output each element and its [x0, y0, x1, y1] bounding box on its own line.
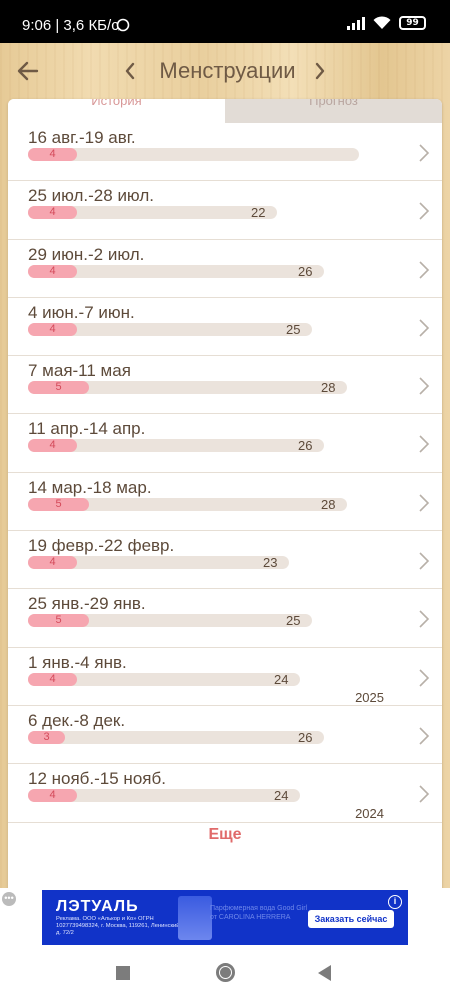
cycle-length-bar [28, 730, 324, 744]
system-back-icon[interactable] [318, 965, 331, 981]
signal-icon [347, 16, 365, 30]
status-time: 9:06 | 3,6 КБ/с [22, 17, 119, 34]
perfume-bottle-image [178, 896, 212, 940]
ad-product-text: Парфюмерная вода Good Girl от CAROLINA H… [210, 905, 308, 921]
ad-banner[interactable]: ЛЭТУАЛЬ Реклама. ООО «Алькор и Ко» ОГРН … [42, 890, 408, 945]
chevron-right-icon [419, 669, 430, 687]
period-dates: 16 авг.-19 авг. [28, 128, 136, 147]
chevron-right-icon [419, 261, 430, 279]
period-row[interactable]: 12 нояб.-15 нояб. 4 24 2024 [8, 764, 442, 823]
period-row[interactable]: 14 мар.-18 мар. 5 28 [8, 473, 442, 532]
period-list: 16 авг.-19 авг. 4 25 июл.-28 июл. 4 22 29 июн… [8, 123, 442, 823]
period-length-bar: 4 [28, 439, 77, 453]
period-dates: 19 февр.-22 февр. [28, 536, 175, 556]
wifi-icon [373, 16, 391, 29]
tab-forecast[interactable]: Прогноз [225, 99, 442, 123]
chevron-right-icon[interactable] [308, 55, 332, 87]
period-length-bar: 4 [28, 789, 77, 803]
cycle-length-label: 28 [321, 380, 336, 396]
period-length-bar: 4 [28, 206, 77, 220]
more-button[interactable]: Еще [8, 826, 442, 844]
period-dates: 29 июн.-2 июл. [28, 244, 145, 264]
status-bar: 9:06 | 3,6 КБ/с 99 [0, 0, 450, 43]
recents-icon[interactable] [116, 966, 130, 980]
chevron-right-icon [419, 552, 430, 570]
cycle-length-label: 22 [251, 205, 266, 221]
period-length-bar: 5 [28, 381, 89, 395]
chevron-right-icon [419, 319, 430, 337]
cycle-length-label: 26 [298, 729, 313, 745]
chevron-right-icon [419, 785, 430, 803]
period-dates: 6 дек.-8 дек. [28, 710, 126, 730]
period-row[interactable]: 7 мая-11 мая 5 28 [8, 356, 442, 415]
period-row[interactable]: 19 февр.-22 февр. 4 23 [8, 531, 442, 590]
ad-order-button[interactable]: Заказать сейчас [308, 910, 394, 928]
page-title: Менструации [159, 58, 296, 83]
cycle-length-label: 28 [321, 496, 336, 512]
battery-icon: 99 [399, 16, 426, 30]
period-row[interactable]: 16 авг.-19 авг. 4 [8, 123, 442, 182]
period-length-bar: 4 [28, 148, 77, 161]
year-label: 2024 [355, 806, 384, 822]
cycle-length-label: 24 [274, 671, 289, 687]
period-length-bar: 4 [28, 672, 77, 686]
cycle-length-label: 24 [274, 788, 289, 804]
cycle-length-bar [28, 148, 359, 161]
period-dates: 4 июн.-7 июн. [28, 302, 135, 322]
cycle-length-label: 26 [298, 438, 313, 454]
app-header: Менструации [0, 43, 450, 99]
chevron-right-icon [419, 377, 430, 395]
period-row[interactable]: 25 июл.-28 июл. 4 22 [8, 181, 442, 240]
system-nav-bar [0, 948, 450, 1000]
home-icon[interactable] [216, 963, 235, 982]
chevron-right-icon [419, 727, 430, 745]
period-dates: 14 мар.-18 мар. [28, 477, 152, 497]
period-row[interactable]: 11 апр.-14 апр. 4 26 [8, 414, 442, 473]
cycle-length-label: 23 [263, 555, 278, 571]
chevron-right-icon [419, 435, 430, 454]
period-length-bar: 3 [28, 730, 65, 744]
period-length-bar: 4 [28, 556, 77, 570]
period-length-bar: 5 [28, 497, 89, 511]
ad-options-icon[interactable]: ••• [2, 892, 16, 906]
period-dates: 1 янв.-4 янв. [28, 652, 127, 672]
app-screen: Менструации История Прогноз 16 авг.-19 а… [0, 43, 450, 928]
period-length-bar: 4 [28, 264, 77, 278]
period-dates: 25 июл.-28 июл. [28, 186, 154, 206]
ad-brand-logo: ЛЭТУАЛЬ [56, 898, 139, 915]
period-row[interactable]: 25 янв.-29 янв. 5 25 [8, 589, 442, 648]
year-label: 2025 [355, 689, 384, 705]
ad-area: ••• ЛЭТУАЛЬ Реклама. ООО «Алькор и Ко» О… [0, 888, 450, 948]
period-row[interactable]: 6 дек.-8 дек. 3 26 [8, 706, 442, 765]
ad-info-icon[interactable]: i [388, 895, 402, 909]
tab-history[interactable]: История [8, 99, 225, 123]
period-dates: 7 мая-11 мая [28, 361, 131, 381]
cycle-length-label: 25 [286, 613, 301, 629]
whatsapp-icon [116, 18, 130, 32]
period-dates: 11 апр.-14 апр. [28, 419, 146, 439]
period-length-bar: 5 [28, 614, 89, 628]
period-row[interactable]: 1 янв.-4 янв. 4 24 2025 [8, 648, 442, 706]
back-arrow-icon[interactable] [10, 53, 46, 89]
chevron-right-icon [419, 494, 430, 512]
period-dates: 12 нояб.-15 нояб. [28, 769, 166, 789]
chevron-right-icon [419, 202, 430, 220]
chevron-right-icon [419, 144, 430, 162]
cycle-length-label: 26 [298, 263, 313, 279]
ad-legal-text: Реклама. ООО «Алькор и Ко» ОГРН 10277394… [56, 916, 191, 937]
period-row[interactable]: 29 июн.-2 июл. 4 26 [8, 240, 442, 298]
cycle-length-label: 25 [286, 321, 301, 337]
chevron-right-icon [419, 610, 430, 628]
period-row[interactable]: 4 июн.-7 июн. 4 25 [8, 298, 442, 357]
tab-bar: История Прогноз [8, 99, 442, 123]
chevron-left-icon[interactable] [118, 55, 142, 87]
history-card: История Прогноз 16 авг.-19 авг. 4 25 июл.-… [8, 99, 442, 928]
status-icons: 99 [347, 16, 426, 30]
period-length-bar: 4 [28, 322, 77, 336]
period-dates: 25 янв.-29 янв. [28, 594, 146, 614]
